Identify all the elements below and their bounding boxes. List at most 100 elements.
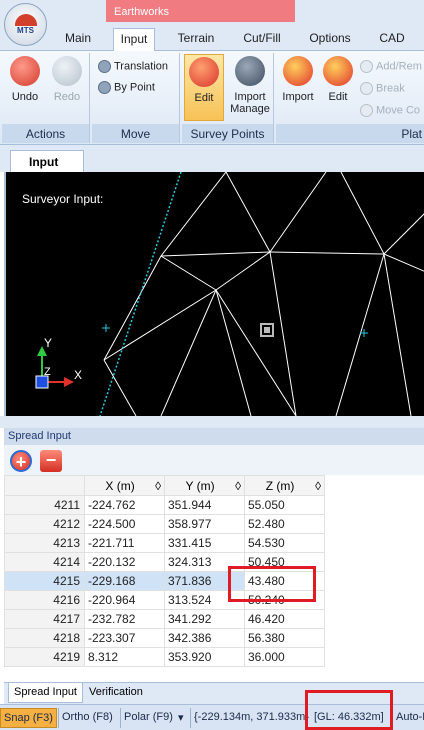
undo-icon — [10, 56, 40, 86]
cell-y[interactable]: 351.944 — [164, 495, 245, 515]
redo-icon — [52, 56, 82, 86]
col-x-label: X (m) — [105, 478, 135, 493]
by-point-label: By Point — [114, 81, 155, 94]
sort-glyph-x: ◊ — [155, 478, 161, 493]
survey-points-group-label: Survey Points — [182, 124, 273, 143]
by-point-icon — [98, 81, 111, 94]
break-label: Break — [376, 82, 405, 95]
ortho-toggle[interactable]: Ortho (F8) — [58, 708, 116, 728]
move-group-label: Move — [92, 124, 179, 143]
actions-group-label: Actions — [2, 124, 89, 143]
highlight-z-cell — [228, 566, 316, 602]
group-move: Translation By Point Move — [92, 53, 180, 143]
table-row[interactable]: 4211 -224.762 351.944 55.050 — [4, 495, 325, 515]
platform-import-button[interactable]: Import — [278, 56, 318, 103]
cell-x[interactable]: -229.168 — [84, 571, 165, 591]
cell-y[interactable]: 331.415 — [164, 533, 245, 553]
cell-z[interactable]: 55.050 — [244, 495, 325, 515]
tab-cut-fill[interactable]: Cut/Fill — [240, 31, 284, 45]
col-header-x[interactable]: X (m) ◊ — [84, 475, 165, 496]
cell-z[interactable]: 46.420 — [244, 609, 325, 629]
tin-mesh — [35, 172, 424, 416]
polar-toggle[interactable]: Polar (F9) — [120, 708, 176, 728]
tab-input[interactable]: Input — [113, 28, 155, 52]
move-co-button[interactable]: Move Co — [360, 104, 420, 117]
app-logo-button[interactable]: MTS — [4, 3, 47, 46]
table-row[interactable]: 4217 -232.782 341.292 46.420 — [4, 609, 325, 629]
auto-toggle[interactable]: Auto-R — [392, 708, 424, 728]
undo-button[interactable]: Undo — [6, 56, 44, 103]
document-tab-input[interactable]: Input — [10, 150, 84, 172]
move-co-label: Move Co — [376, 104, 421, 117]
add-remove-button[interactable]: Add/Rem — [360, 60, 422, 73]
add-row-button[interactable]: + — [10, 450, 32, 472]
platform-import-label: Import — [282, 91, 314, 103]
polar-dropdown-icon[interactable]: ▾ — [178, 708, 188, 728]
axis-y-label: Y — [44, 336, 53, 350]
ribbon-tabs: Main Input Terrain Cut/Fill Options CAD — [0, 22, 424, 52]
redo-label: Redo — [53, 91, 81, 103]
cell-y[interactable]: 342.386 — [164, 628, 245, 648]
tab-options[interactable]: Options — [308, 31, 352, 45]
snap-toggle[interactable]: Snap (F3) — [0, 708, 57, 728]
import-manage-label-1: Import — [234, 91, 266, 103]
row-id: 4215 — [4, 571, 85, 591]
add-remove-label: Add/Rem — [376, 60, 422, 73]
platform-edit-icon — [323, 56, 353, 86]
break-button[interactable]: Break — [360, 82, 405, 95]
axis-x-label: X — [74, 368, 83, 382]
minus-icon: − — [45, 450, 57, 470]
sort-glyph-z: ◊ — [315, 478, 321, 493]
table-row[interactable]: 4219 8.312 353.920 36.000 — [4, 647, 325, 667]
cell-z[interactable]: 54.530 — [244, 533, 325, 553]
remove-row-button[interactable]: − — [40, 450, 62, 472]
highlight-gl-readout — [305, 690, 393, 730]
cell-z[interactable]: 52.480 — [244, 514, 325, 534]
cell-x[interactable]: -221.711 — [84, 533, 165, 553]
by-point-button[interactable]: By Point — [98, 81, 155, 94]
row-id: 4218 — [4, 628, 85, 648]
cell-x[interactable]: -220.132 — [84, 552, 165, 572]
row-id: 4219 — [4, 647, 85, 667]
col-header-y[interactable]: Y (m) ◊ — [164, 475, 245, 496]
cell-x[interactable]: -224.500 — [84, 514, 165, 534]
tab-terrain[interactable]: Terrain — [176, 31, 216, 45]
col-y-label: Y (m) — [185, 478, 215, 493]
tab-cad[interactable]: CAD — [377, 31, 407, 45]
splitter[interactable] — [0, 416, 424, 428]
redo-button[interactable]: Redo — [48, 56, 86, 103]
title-bar: Earthworks — [0, 0, 424, 22]
col-header-z[interactable]: Z (m) ◊ — [244, 475, 325, 496]
import-manage-button[interactable]: Import Manage — [228, 56, 272, 115]
spread-toolbar: + − — [4, 445, 424, 475]
cell-y[interactable]: 341.292 — [164, 609, 245, 629]
tab-main[interactable]: Main — [63, 31, 93, 45]
survey-canvas[interactable]: Surveyor Input: Y X Z — [4, 172, 424, 416]
table-row[interactable]: 4212 -224.500 358.977 52.480 — [4, 514, 325, 534]
cell-x[interactable]: 8.312 — [84, 647, 165, 667]
cell-x[interactable]: -224.762 — [84, 495, 165, 515]
cell-y[interactable]: 353.920 — [164, 647, 245, 667]
logo-dome-icon — [15, 14, 37, 26]
add-remove-icon — [360, 60, 373, 73]
cell-y[interactable]: 358.977 — [164, 514, 245, 534]
platform-edit-button[interactable]: Edit — [320, 56, 356, 103]
table-row[interactable]: 4213 -221.711 331.415 54.530 — [4, 533, 325, 553]
tab-verification[interactable]: Verification — [84, 683, 148, 703]
translation-button[interactable]: Translation — [98, 60, 168, 73]
row-id: 4212 — [4, 514, 85, 534]
cell-z[interactable]: 36.000 — [244, 647, 325, 667]
platform-group-label: Plat — [276, 124, 424, 143]
group-platform: Import Edit Add/Rem Break Move Co Plat — [276, 53, 424, 143]
edit-survey-button[interactable]: Edit — [184, 54, 224, 121]
cell-z[interactable]: 56.380 — [244, 628, 325, 648]
table-row[interactable]: 4218 -223.307 342.386 56.380 — [4, 628, 325, 648]
cell-x[interactable]: -220.964 — [84, 590, 165, 610]
plus-icon: + — [15, 452, 27, 472]
cell-x[interactable]: -232.782 — [84, 609, 165, 629]
tab-spread-input[interactable]: Spread Input — [8, 683, 83, 703]
cell-x[interactable]: -223.307 — [84, 628, 165, 648]
edit-survey-icon — [189, 57, 219, 87]
row-id: 4214 — [4, 552, 85, 572]
logo-text: MTS — [17, 26, 34, 35]
